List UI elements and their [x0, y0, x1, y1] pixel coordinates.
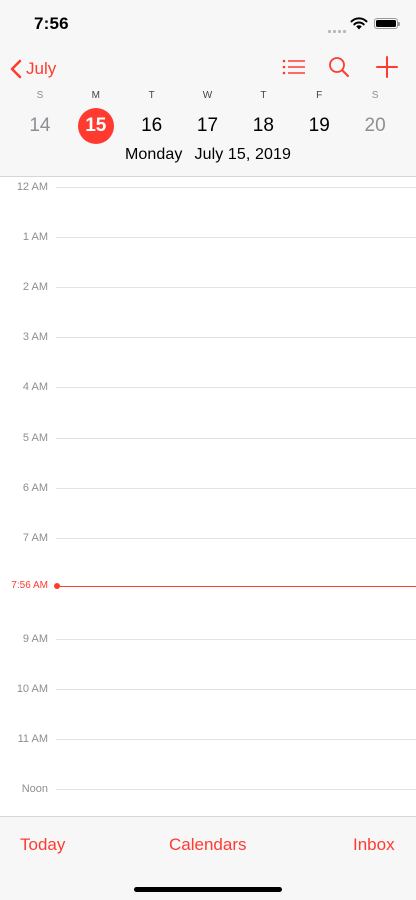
- hour-row: Noon: [0, 782, 416, 796]
- day-letter: S: [371, 90, 379, 101]
- hour-row: 9 AM: [0, 632, 416, 646]
- hour-label: 2 AM: [22, 281, 48, 293]
- list-view-icon[interactable]: [281, 56, 307, 78]
- hour-label: 5 AM: [22, 432, 48, 444]
- hour-row: 1 AM: [0, 230, 416, 244]
- hour-label: 4 AM: [22, 381, 48, 393]
- hour-label: 3 AM: [22, 331, 48, 343]
- day-number: 16: [141, 115, 163, 136]
- selected-date-title: Monday July 15, 2019: [0, 146, 416, 164]
- hour-row: 2 AM: [0, 280, 416, 294]
- add-event-icon[interactable]: [374, 56, 400, 78]
- calendars-button[interactable]: Calendars: [169, 835, 247, 855]
- day-tuesday[interactable]: T 16: [124, 90, 180, 144]
- selected-weekday: Monday: [124, 146, 183, 163]
- hour-gridline: [56, 789, 416, 790]
- back-to-month-button[interactable]: July: [10, 54, 56, 84]
- hour-gridline: [56, 438, 416, 439]
- day-wednesday[interactable]: W 17: [180, 90, 236, 144]
- hour-gridline: [56, 739, 416, 740]
- selected-day-number: 15: [77, 108, 114, 144]
- chevron-left-icon: [10, 59, 22, 79]
- day-number: 20: [364, 115, 386, 136]
- home-indicator[interactable]: [134, 887, 282, 892]
- inbox-button[interactable]: Inbox: [353, 835, 395, 855]
- cellular-signal-icon: [328, 27, 346, 33]
- hour-gridline: [56, 639, 416, 640]
- day-number: 18: [252, 115, 274, 136]
- selected-full-date: July 15, 2019: [194, 146, 291, 163]
- hour-label: 9 AM: [22, 633, 48, 645]
- hour-label: 1 AM: [22, 231, 48, 243]
- status-bar: 7:56: [0, 0, 416, 50]
- day-friday[interactable]: F 19: [291, 90, 347, 144]
- hour-label: 10 AM: [16, 683, 48, 695]
- day-number: 14: [29, 115, 51, 136]
- current-time-line: [58, 586, 416, 587]
- day-thursday[interactable]: T 18: [235, 90, 291, 144]
- day-sunday[interactable]: S 14: [12, 90, 68, 144]
- hour-row: 12 AM: [0, 180, 416, 194]
- day-timeline[interactable]: 12 AM 1 AM 2 AM 3 AM 4 AM 5 AM 6 AM 7 AM…: [0, 177, 416, 816]
- hour-label: 11 AM: [17, 733, 48, 745]
- hour-label: 7 AM: [22, 532, 48, 544]
- hour-row: 10 AM: [0, 682, 416, 696]
- day-number: 19: [308, 115, 330, 136]
- hour-gridline: [56, 387, 416, 388]
- wifi-icon: [350, 17, 368, 30]
- hour-gridline: [56, 689, 416, 690]
- day-letter: T: [148, 90, 155, 101]
- calendar-header: July S 14 M 15 T 16 W 17 T 18 F 19 S 20 …: [0, 50, 416, 177]
- back-button-label: July: [26, 59, 57, 78]
- hour-row: 5 AM: [0, 431, 416, 445]
- battery-icon: [374, 18, 400, 29]
- hour-gridline: [56, 337, 416, 338]
- day-letter: S: [36, 90, 44, 101]
- hour-gridline: [56, 237, 416, 238]
- day-letter: W: [202, 90, 213, 101]
- week-strip: S 14 M 15 T 16 W 17 T 18 F 19 S 20: [12, 90, 403, 144]
- status-time: 7:56: [34, 14, 69, 33]
- current-time-indicator: 7:56 AM: [0, 579, 416, 593]
- hour-row: 6 AM: [0, 481, 416, 495]
- hour-row: 3 AM: [0, 330, 416, 344]
- hour-gridline: [56, 287, 416, 288]
- day-number: 17: [196, 115, 219, 136]
- search-icon[interactable]: [327, 56, 353, 78]
- hour-label: 12 AM: [16, 181, 48, 193]
- hour-label: Noon: [21, 783, 48, 795]
- hour-row: 4 AM: [0, 380, 416, 394]
- day-letter: M: [91, 90, 100, 101]
- day-saturday[interactable]: S 20: [347, 90, 403, 144]
- hour-gridline: [56, 488, 416, 489]
- hour-gridline: [56, 538, 416, 539]
- day-monday[interactable]: M 15: [68, 90, 124, 144]
- hour-label: 6 AM: [22, 482, 48, 494]
- day-letter: F: [316, 90, 323, 101]
- hour-row: 7 AM: [0, 531, 416, 545]
- current-time-label: 7:56 AM: [11, 580, 48, 591]
- tab-bar: Today Calendars Inbox: [0, 816, 416, 900]
- today-button[interactable]: Today: [20, 835, 65, 855]
- day-letter: T: [260, 90, 267, 101]
- hour-row: 11 AM: [0, 732, 416, 746]
- hour-gridline: [56, 187, 416, 188]
